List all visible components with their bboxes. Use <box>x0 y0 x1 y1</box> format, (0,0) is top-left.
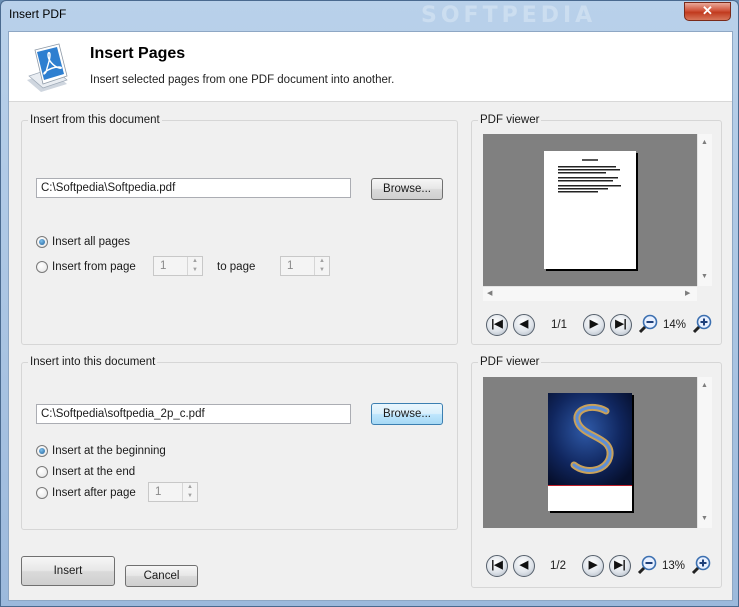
next-page-button[interactable]: ▶ <box>583 314 605 336</box>
last-page-button[interactable]: ▶| <box>609 555 631 577</box>
radio-all-pages[interactable] <box>36 236 48 248</box>
from-page-spin-buttons: ▲ ▼ <box>187 257 202 275</box>
source-group-label: Insert from this document <box>28 113 162 128</box>
from-page-stepper[interactable]: 1 ▲ ▼ <box>153 256 203 276</box>
dialog-window: SOFTPEDIA Insert PDF ✕ Insert Pages Inse… <box>0 0 739 607</box>
pdf-viewer-bottom-label: PDF viewer <box>478 355 542 370</box>
target-browse-button[interactable]: Browse... <box>371 403 443 425</box>
target-path-input[interactable]: C:\Softpedia\softpedia_2p_c.pdf <box>36 404 351 424</box>
radio-after-page-label: Insert after page <box>52 487 136 499</box>
source-option-all-pages[interactable]: Insert all pages <box>36 234 176 250</box>
prev-page-button[interactable]: ◀ <box>513 314 535 336</box>
close-button[interactable]: ✕ <box>684 2 731 21</box>
after-page-spin-buttons: ▲ ▼ <box>182 483 197 501</box>
source-document-group: Insert from this document C:\Softpedia\S… <box>21 113 458 345</box>
radio-all-pages-label: Insert all pages <box>52 236 130 248</box>
to-page-label: to page <box>217 261 256 273</box>
spin-down-icon[interactable]: ▼ <box>315 266 329 275</box>
pdf-viewer-bottom: PDF viewer ▲ ▼ |◀ ◀ 1/2 ▶ ▶| 13% <box>471 355 722 588</box>
radio-at-end[interactable] <box>36 466 48 478</box>
to-page-spin-buttons: ▲ ▼ <box>314 257 329 275</box>
source-browse-button[interactable]: Browse... <box>371 178 443 200</box>
window-title: Insert PDF <box>9 7 67 21</box>
zoom-level: 13% <box>662 560 686 572</box>
scroll-down-icon[interactable]: ▼ <box>701 514 708 524</box>
spin-up-icon[interactable]: ▲ <box>188 257 202 266</box>
spin-up-icon[interactable]: ▲ <box>183 483 197 492</box>
watermark: SOFTPEDIA <box>421 3 597 28</box>
source-option-from-page[interactable]: Insert from page <box>36 259 156 275</box>
pdf-document-icon <box>23 42 73 94</box>
pdf-page-preview <box>544 151 636 269</box>
scroll-up-icon[interactable]: ▲ <box>701 138 708 148</box>
pdf-viewer-bottom-vscroll[interactable]: ▲ ▼ <box>697 377 712 528</box>
pdf-viewer-top-canvas[interactable] <box>483 134 697 286</box>
cancel-button[interactable]: Cancel <box>125 565 198 587</box>
pdf-page-preview <box>548 393 632 511</box>
zoom-level: 14% <box>663 319 687 331</box>
text-lines-graphic <box>558 159 621 193</box>
radio-from-page-label: Insert from page <box>52 261 136 273</box>
page-subtitle: Insert selected pages from one PDF docum… <box>90 74 395 86</box>
scroll-right-icon[interactable]: ▶ <box>685 289 690 299</box>
radio-at-beginning-label: Insert at the beginning <box>52 445 166 457</box>
target-option-end[interactable]: Insert at the end <box>36 464 176 480</box>
zoom-in-icon[interactable] <box>691 313 713 335</box>
to-page-stepper[interactable]: 1 ▲ ▼ <box>280 256 330 276</box>
scroll-up-icon[interactable]: ▲ <box>701 381 708 391</box>
last-page-button[interactable]: ▶| <box>610 314 632 336</box>
from-page-value: 1 <box>160 260 167 272</box>
radio-after-page[interactable] <box>36 487 48 499</box>
insert-button[interactable]: Insert <box>21 556 115 586</box>
first-page-button[interactable]: |◀ <box>486 314 508 336</box>
zoom-out-icon[interactable] <box>636 554 658 576</box>
zoom-out-icon[interactable] <box>637 313 659 335</box>
target-option-after-page[interactable]: Insert after page <box>36 485 156 501</box>
zoom-in-icon[interactable] <box>690 554 712 576</box>
pdf-viewer-top: PDF viewer ▲ ▼ ◀ ▶ |◀ ◀ 1/1 ▶ ▶| 14% <box>471 113 722 345</box>
source-path-input[interactable]: C:\Softpedia\Softpedia.pdf <box>36 178 351 198</box>
scroll-left-icon[interactable]: ◀ <box>487 289 492 299</box>
radio-at-end-label: Insert at the end <box>52 466 136 478</box>
radio-at-beginning[interactable] <box>36 445 48 457</box>
pdf-viewer-top-label: PDF viewer <box>478 113 542 128</box>
radio-from-page[interactable] <box>36 261 48 273</box>
after-page-value: 1 <box>155 486 162 498</box>
target-group-label: Insert into this document <box>28 355 158 370</box>
spin-down-icon[interactable]: ▼ <box>183 492 197 501</box>
scroll-down-icon[interactable]: ▼ <box>701 272 708 282</box>
spin-up-icon[interactable]: ▲ <box>315 257 329 266</box>
target-document-group: Insert into this document C:\Softpedia\s… <box>21 355 458 530</box>
to-page-value: 1 <box>287 260 294 272</box>
dialog-client-area: Insert Pages Insert selected pages from … <box>8 31 733 601</box>
page-title: Insert Pages <box>90 45 186 62</box>
dialog-header: Insert Pages Insert selected pages from … <box>9 32 732 102</box>
spin-down-icon[interactable]: ▼ <box>188 266 202 275</box>
prev-page-button[interactable]: ◀ <box>513 555 535 577</box>
pdf-viewer-top-vscroll[interactable]: ▲ ▼ <box>697 134 712 286</box>
first-page-button[interactable]: |◀ <box>486 555 508 577</box>
after-page-stepper[interactable]: 1 ▲ ▼ <box>148 482 198 502</box>
pdf-viewer-bottom-canvas[interactable] <box>483 377 697 528</box>
softpedia-cover-graphic <box>548 393 632 511</box>
pdf-viewer-top-hscroll[interactable]: ◀ ▶ <box>483 286 697 301</box>
target-option-beginning[interactable]: Insert at the beginning <box>36 443 196 459</box>
page-indicator: 1/2 <box>550 560 566 572</box>
next-page-button[interactable]: ▶ <box>582 555 604 577</box>
page-indicator: 1/1 <box>551 319 567 331</box>
